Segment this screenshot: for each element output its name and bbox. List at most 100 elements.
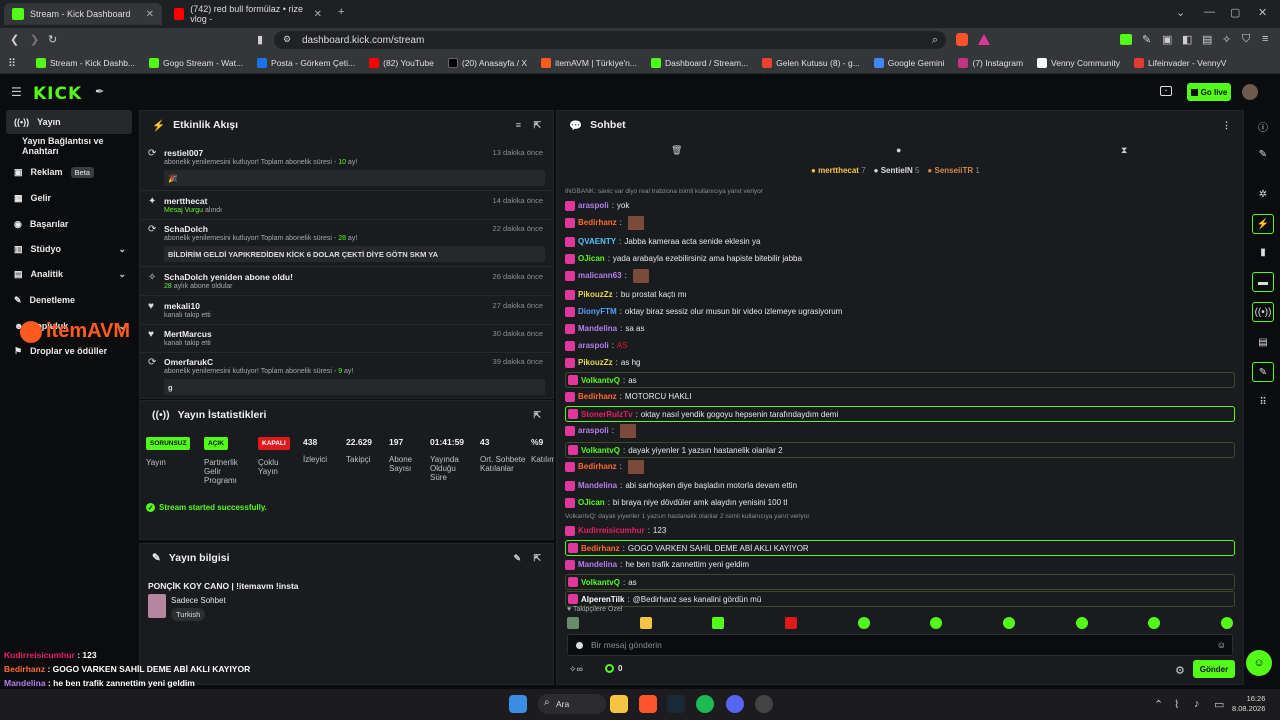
emote-icon[interactable] xyxy=(784,617,797,629)
chat-username[interactable]: DionyFTM xyxy=(578,307,617,316)
points-icon[interactable]: ✧∞ xyxy=(569,664,583,675)
forward-icon[interactable]: ❯ xyxy=(30,33,39,46)
obs-icon[interactable] xyxy=(755,695,773,713)
chat-username[interactable]: QVAENTY xyxy=(578,237,616,246)
chat-username[interactable]: Kudirreisicumhur xyxy=(578,526,645,535)
chat-message[interactable]: Bedirhanz: xyxy=(565,459,1235,474)
sidebar-item-achievements[interactable]: ◉ Başarılar xyxy=(6,212,132,236)
tab-kick-dashboard[interactable]: Stream - Kick Dashboard ✕ xyxy=(4,3,162,25)
chat-message[interactable]: PikouzZz: bu prostat kaçtı mı xyxy=(565,287,1235,302)
chat-username[interactable]: Mandelina xyxy=(578,324,617,333)
chat-username[interactable]: OJican xyxy=(578,498,605,507)
emote-icon[interactable] xyxy=(1075,617,1088,629)
hourglass-icon[interactable]: ⧗ xyxy=(1121,145,1127,156)
close-window-icon[interactable]: ✕ xyxy=(1258,6,1267,19)
chat-message[interactable]: OJican: bi braya niye dövdüler amk alaydı… xyxy=(565,495,1235,510)
chat-username[interactable]: Mandelina xyxy=(578,481,617,490)
chat-username[interactable]: AlperenTilk xyxy=(581,595,624,604)
chat-message[interactable]: DionyFTM: oktay biraz sessiz olur musun b… xyxy=(565,304,1235,319)
chat-message[interactable]: araspoli: xyxy=(565,423,1235,438)
sidebar-item-ads[interactable]: ▣ Reklam Beta xyxy=(6,160,132,184)
kick-extension-icon[interactable] xyxy=(1120,34,1132,45)
event-user[interactable]: restiel007 xyxy=(164,148,203,158)
top-gifter[interactable]: ● SentieIN 5 xyxy=(874,166,920,175)
clock[interactable]: 16:26 8.08.2026 xyxy=(1232,694,1265,714)
file-explorer-icon[interactable] xyxy=(610,695,628,713)
reload-icon[interactable]: ↻ xyxy=(48,33,57,46)
event-user[interactable]: mekali10 xyxy=(164,301,200,311)
emote-icon[interactable] xyxy=(1002,617,1015,629)
bookmark-item[interactable]: Stream - Kick Dashb... xyxy=(36,57,135,68)
broadcast-icon[interactable]: ((•)) xyxy=(1252,302,1274,322)
chat-message[interactable]: VolkantvQ: dayak yiyenler 1 yazsın hastan… xyxy=(565,442,1235,458)
chat-message[interactable]: araspoli: AS xyxy=(565,338,1235,353)
event-user[interactable]: mertthecat xyxy=(164,196,207,206)
tab-search-icon[interactable]: ⌄ xyxy=(1176,6,1185,19)
chat-message[interactable]: Bedirhanz: xyxy=(565,215,1235,230)
edit-icon[interactable]: ✎ xyxy=(513,553,521,564)
site-info-icon[interactable]: ⚙ xyxy=(283,34,291,45)
bookmark-item[interactable]: (82) YouTube xyxy=(369,57,434,68)
chat-username[interactable]: VolkantvQ xyxy=(581,446,620,455)
popout-icon[interactable]: ⇱ xyxy=(533,553,541,564)
bookmark-item[interactable]: Dashboard / Stream... xyxy=(651,57,748,68)
chat-username[interactable]: PikouzZz xyxy=(578,358,613,367)
channel-points[interactable]: 0 xyxy=(605,664,622,673)
chat-message[interactable]: PikouzZz: as hg xyxy=(565,355,1235,370)
brave-shield-icon[interactable] xyxy=(956,33,968,46)
chat-username[interactable]: PikouzZz xyxy=(578,290,613,299)
emote-icon[interactable] xyxy=(1148,617,1161,629)
discord-icon[interactable] xyxy=(726,695,744,713)
chat-message[interactable]: malicann63: xyxy=(565,268,1235,283)
sidebar-item-revenue[interactable]: ▦ Gelir xyxy=(6,186,132,210)
wallet-icon[interactable]: ▤ xyxy=(1202,33,1212,46)
chat-message[interactable]: StonerRulzTv: oktay nasıl yendik gogoyu h… xyxy=(565,406,1235,422)
speaker-icon[interactable]: ♪ xyxy=(1194,698,1200,710)
back-icon[interactable]: ❮ xyxy=(10,33,19,46)
sidebar-icon[interactable]: ◧ xyxy=(1182,33,1192,46)
event-user[interactable]: MertMarcus xyxy=(164,329,212,339)
chat-message[interactable]: Mandelina: sa as xyxy=(565,321,1235,336)
bookmark-item[interactable]: Posta - Görkem Çeti... xyxy=(257,57,355,68)
brave-icon[interactable] xyxy=(639,695,657,713)
chat-username[interactable]: Bedirhanz xyxy=(578,218,617,227)
sidebar-item-stream[interactable]: ((•)) Yayın xyxy=(6,110,132,134)
popout-icon[interactable]: ⇱ xyxy=(533,120,541,131)
sidebar-item-analytics[interactable]: ▤ Analitik ⌄ xyxy=(6,262,132,286)
event-user[interactable]: OmerfarukC xyxy=(164,357,213,367)
pencil-icon[interactable]: ✎ xyxy=(1252,144,1274,164)
chat-username[interactable]: araspoli xyxy=(578,341,609,350)
hamburger-menu-icon[interactable]: ☰ xyxy=(11,85,22,99)
top-gifter[interactable]: ● SenseiiTR 1 xyxy=(927,166,979,175)
zoom-icon[interactable]: ⌕ xyxy=(932,34,938,47)
bookmark-item[interactable]: Google Gemini xyxy=(873,57,944,68)
share-icon[interactable]: ⠿ xyxy=(1252,392,1274,412)
windows-start-icon[interactable] xyxy=(509,695,527,713)
spotify-icon[interactable] xyxy=(696,695,714,713)
top-gifter[interactable]: ● mertthecat 7 xyxy=(811,166,866,175)
brave-rewards-icon[interactable] xyxy=(978,34,990,45)
new-tab-icon[interactable]: + xyxy=(338,6,344,18)
chat-message[interactable]: Bedirhanz: GOGO VARKEN SAHİL DEME ABİ AKL… xyxy=(565,540,1235,556)
stack-icon[interactable]: ▤ xyxy=(1252,332,1274,352)
chat-message[interactable]: Mandelina: he ben trafik zannettim yeni g… xyxy=(565,557,1235,572)
event-user[interactable]: SchaDolch xyxy=(164,224,208,234)
badge-icon[interactable] xyxy=(576,641,583,649)
chat-username[interactable]: VolkantvQ xyxy=(581,578,620,587)
chat-message[interactable]: Bedirhanz: MOTORCU HAKLI xyxy=(565,389,1235,404)
sidebar-item-studio[interactable]: ▥ Stüdyo ⌄ xyxy=(6,237,132,261)
emote-icon[interactable] xyxy=(712,617,725,629)
emoji-icon[interactable]: ☺ xyxy=(1217,640,1226,650)
chat-username[interactable]: StonerRulzTv xyxy=(581,410,633,419)
close-tab-icon[interactable]: ✕ xyxy=(314,9,322,20)
kick-logo[interactable]: KICK xyxy=(33,84,82,104)
wifi-icon[interactable]: ⌇ xyxy=(1174,698,1179,711)
chat-message[interactable]: Mandelina: abi sarhoşken diye başladın mo… xyxy=(565,478,1235,493)
chat-message[interactable]: AlperenTilk: @Bedirhanz ses kanalini görd… xyxy=(565,591,1235,607)
emote-icon[interactable] xyxy=(857,617,870,629)
info-icon[interactable]: ⓘ xyxy=(1252,116,1274,136)
leo-icon[interactable]: ✧ xyxy=(1222,33,1231,46)
bookmark-item[interactable]: itemAVM | Türkiye'n... xyxy=(541,57,637,68)
chat-username[interactable]: araspoli xyxy=(578,201,609,210)
tray-chevron-icon[interactable]: ⌃ xyxy=(1154,698,1163,711)
